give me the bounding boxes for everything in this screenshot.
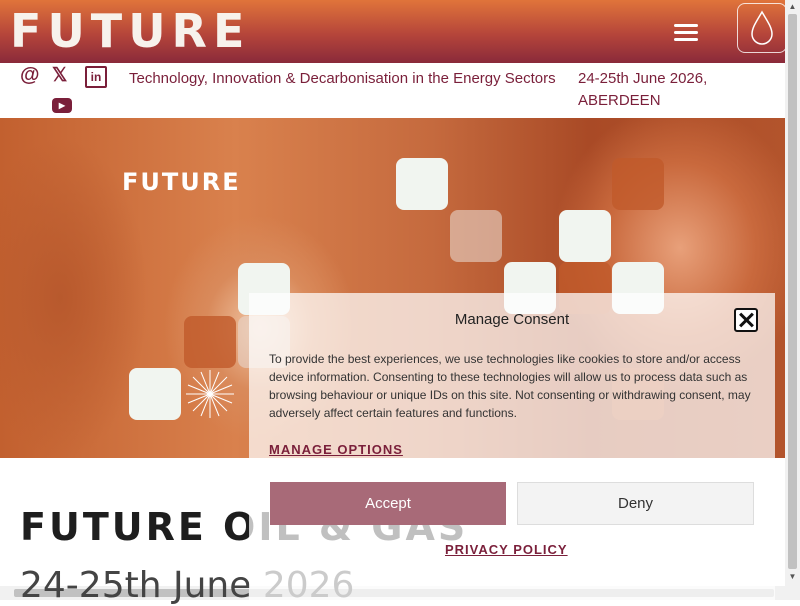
x-twitter-icon[interactable]: 𝕏 — [52, 64, 67, 87]
scroll-down-icon[interactable]: ▼ — [785, 570, 800, 584]
logo-letter: U — [128, 4, 168, 58]
deny-button[interactable]: Deny — [517, 482, 754, 525]
scroll-thumb[interactable] — [788, 14, 797, 569]
logo-letter: E — [212, 4, 247, 58]
decor-square — [396, 158, 448, 210]
linkedin-icon[interactable]: in — [85, 66, 107, 88]
decor-square — [129, 368, 181, 420]
decor-square — [184, 316, 236, 368]
drop-icon[interactable] — [737, 3, 787, 53]
consent-title: Manage Consent — [454, 311, 570, 328]
logo-letter: F — [10, 4, 44, 58]
youtube-icon[interactable]: ▶ — [52, 98, 72, 113]
close-icon[interactable] — [734, 308, 758, 332]
consent-text: To provide the best experiences, we use … — [269, 352, 751, 420]
logo-letter: T — [90, 4, 125, 58]
decor-square — [559, 210, 611, 262]
logo-letter: R — [171, 4, 209, 58]
tagline: Technology, Innovation & Decarbonisation… — [129, 70, 556, 87]
logo-letter: U — [47, 4, 87, 58]
decor-square — [612, 158, 664, 210]
vertical-scrollbar[interactable]: ▲ ▼ — [785, 0, 800, 600]
site-header: F U T U R E — [0, 0, 787, 63]
starburst-icon — [186, 370, 234, 418]
at-icon[interactable]: @ — [20, 64, 40, 87]
future-logo[interactable]: F U T U R E — [10, 4, 247, 58]
decor-square — [450, 210, 502, 262]
scroll-up-icon[interactable]: ▲ — [785, 0, 800, 14]
accept-button[interactable]: Accept — [270, 482, 506, 525]
hamburger-menu-icon[interactable] — [664, 14, 708, 50]
hero-logo: FUTURE — [122, 168, 241, 196]
privacy-policy-link[interactable]: PRIVACY POLICY — [445, 542, 568, 557]
consent-dialog: Manage Consent To provide the best exper… — [249, 293, 775, 600]
manage-options-link[interactable]: MANAGE OPTIONS — [269, 442, 403, 457]
event-dates: 24-25th June 2026, ABERDEEN — [578, 70, 708, 109]
